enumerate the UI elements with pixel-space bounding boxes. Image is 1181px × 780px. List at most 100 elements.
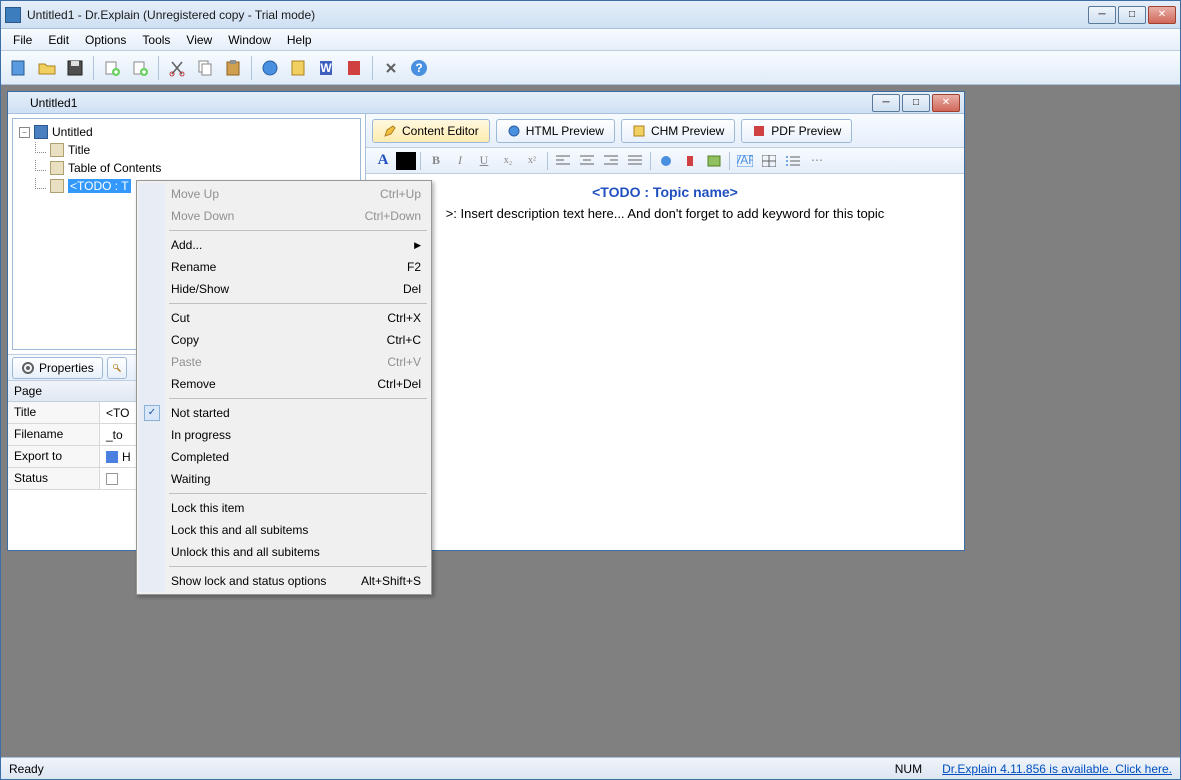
copy-button[interactable]: [193, 56, 217, 80]
editor-body[interactable]: >: Insert description text here... And d…: [376, 206, 954, 221]
tree-item[interactable]: Title: [17, 141, 356, 159]
maximize-button[interactable]: □: [1118, 6, 1146, 24]
pencil-icon: [383, 124, 397, 138]
font-color-button[interactable]: A: [372, 151, 394, 171]
align-right-button[interactable]: [600, 151, 622, 171]
bg-color-button[interactable]: [396, 152, 416, 170]
menu-edit[interactable]: Edit: [40, 31, 77, 49]
context-menu-item[interactable]: CopyCtrl+C: [139, 329, 429, 351]
context-menu-item[interactable]: Show lock and status optionsAlt+Shift+S: [139, 570, 429, 592]
menu-tools[interactable]: Tools: [134, 31, 178, 49]
context-menu-item[interactable]: Rename F2: [139, 256, 429, 278]
export-pdf-button[interactable]: [342, 56, 366, 80]
context-menu-item[interactable]: Completed: [139, 446, 429, 468]
context-menu-shortcut: Ctrl+V: [387, 355, 421, 369]
tab-chm-preview[interactable]: CHM Preview: [621, 119, 735, 143]
context-menu-item: PasteCtrl+V: [139, 351, 429, 373]
context-menu: Move UpCtrl+UpMove DownCtrl+DownAdd...▶R…: [136, 180, 432, 595]
doc-close-button[interactable]: ✕: [932, 94, 960, 112]
checkbox-icon[interactable]: [106, 473, 118, 485]
pdf-icon: [752, 124, 766, 138]
doc-minimize-button[interactable]: ─: [872, 94, 900, 112]
menu-view[interactable]: View: [178, 31, 220, 49]
tab-label: Content Editor: [402, 124, 479, 138]
menu-help[interactable]: Help: [279, 31, 320, 49]
context-menu-label: Copy: [171, 333, 199, 347]
context-menu-item[interactable]: Unlock this and all subitems: [139, 541, 429, 563]
superscript-button[interactable]: x²: [521, 151, 543, 171]
propgrid-label: Title: [8, 402, 100, 423]
save-button[interactable]: [63, 56, 87, 80]
anchor-button[interactable]: [679, 151, 701, 171]
context-menu-shortcut: Del: [403, 282, 421, 296]
tab-content-editor[interactable]: Content Editor: [372, 119, 490, 143]
context-menu-item[interactable]: CutCtrl+X: [139, 307, 429, 329]
cut-button[interactable]: [165, 56, 189, 80]
bold-button[interactable]: B: [425, 151, 447, 171]
toolbar: W ?: [1, 51, 1180, 85]
context-menu-item[interactable]: In progress: [139, 424, 429, 446]
context-menu-label: Remove: [171, 377, 216, 391]
context-menu-item[interactable]: ✓Not started: [139, 402, 429, 424]
table-button[interactable]: [758, 151, 780, 171]
export-word-button[interactable]: W: [314, 56, 338, 80]
add-item-button[interactable]: [128, 56, 152, 80]
statusbar: Ready NUM Dr.Explain 4.11.856 is availab…: [1, 757, 1180, 779]
keywords-tab[interactable]: [107, 357, 127, 379]
underline-button[interactable]: U: [473, 151, 495, 171]
align-center-button[interactable]: [576, 151, 598, 171]
align-left-button[interactable]: [552, 151, 574, 171]
image-button[interactable]: [703, 151, 725, 171]
doc-restore-button[interactable]: □: [902, 94, 930, 112]
submenu-arrow-icon: ▶: [414, 240, 421, 251]
context-menu-item[interactable]: Waiting: [139, 468, 429, 490]
context-menu-item[interactable]: Add...▶: [139, 234, 429, 256]
context-menu-shortcut: F2: [407, 260, 421, 274]
context-menu-item[interactable]: Lock this and all subitems: [139, 519, 429, 541]
chm-icon: [632, 124, 646, 138]
status-update-link[interactable]: Dr.Explain 4.11.856 is available. Click …: [942, 762, 1172, 776]
menu-options[interactable]: Options: [77, 31, 134, 49]
minimize-button[interactable]: ─: [1088, 6, 1116, 24]
tab-html-preview[interactable]: HTML Preview: [496, 119, 615, 143]
editor-title[interactable]: <TODO : Topic name>: [376, 184, 954, 200]
properties-tab[interactable]: Properties: [12, 357, 103, 379]
context-menu-label: Rename: [171, 260, 216, 274]
menu-file[interactable]: File: [5, 31, 40, 49]
tab-pdf-preview[interactable]: PDF Preview: [741, 119, 852, 143]
page-icon: [50, 161, 64, 175]
context-menu-label: Cut: [171, 311, 190, 325]
context-menu-label: Lock this and all subitems: [171, 523, 308, 537]
context-menu-item[interactable]: RemoveCtrl+Del: [139, 373, 429, 395]
context-menu-item[interactable]: Lock this item: [139, 497, 429, 519]
list-button[interactable]: [782, 151, 804, 171]
expander-icon[interactable]: −: [19, 127, 30, 138]
paste-button[interactable]: [221, 56, 245, 80]
tree-root[interactable]: − Untitled: [17, 123, 356, 141]
settings-button[interactable]: [379, 56, 403, 80]
tree-item[interactable]: Table of Contents: [17, 159, 356, 177]
export-chm-button[interactable]: [286, 56, 310, 80]
propgrid-label: Export to: [8, 446, 100, 467]
more-button[interactable]: ⋯: [806, 151, 828, 171]
italic-button[interactable]: I: [449, 151, 471, 171]
menu-window[interactable]: Window: [220, 31, 279, 49]
check-icon: ✓: [144, 405, 160, 421]
tab-label: HTML Preview: [526, 124, 604, 138]
link-button[interactable]: [655, 151, 677, 171]
align-justify-button[interactable]: [624, 151, 646, 171]
add-topic-button[interactable]: [100, 56, 124, 80]
context-menu-item: Move DownCtrl+Down: [139, 205, 429, 227]
subscript-button[interactable]: x₂: [497, 151, 519, 171]
close-button[interactable]: ✕: [1148, 6, 1176, 24]
editor-area[interactable]: <TODO : Topic name> >: Insert descriptio…: [366, 174, 964, 550]
new-button[interactable]: [7, 56, 31, 80]
variable-button[interactable]: VAR: [734, 151, 756, 171]
export-html-button[interactable]: [258, 56, 282, 80]
open-button[interactable]: [35, 56, 59, 80]
context-menu-item[interactable]: Hide/ShowDel: [139, 278, 429, 300]
book-icon: [34, 125, 48, 139]
help-button[interactable]: ?: [407, 56, 431, 80]
document-title: Untitled1: [30, 96, 872, 110]
key-icon: [112, 361, 122, 375]
